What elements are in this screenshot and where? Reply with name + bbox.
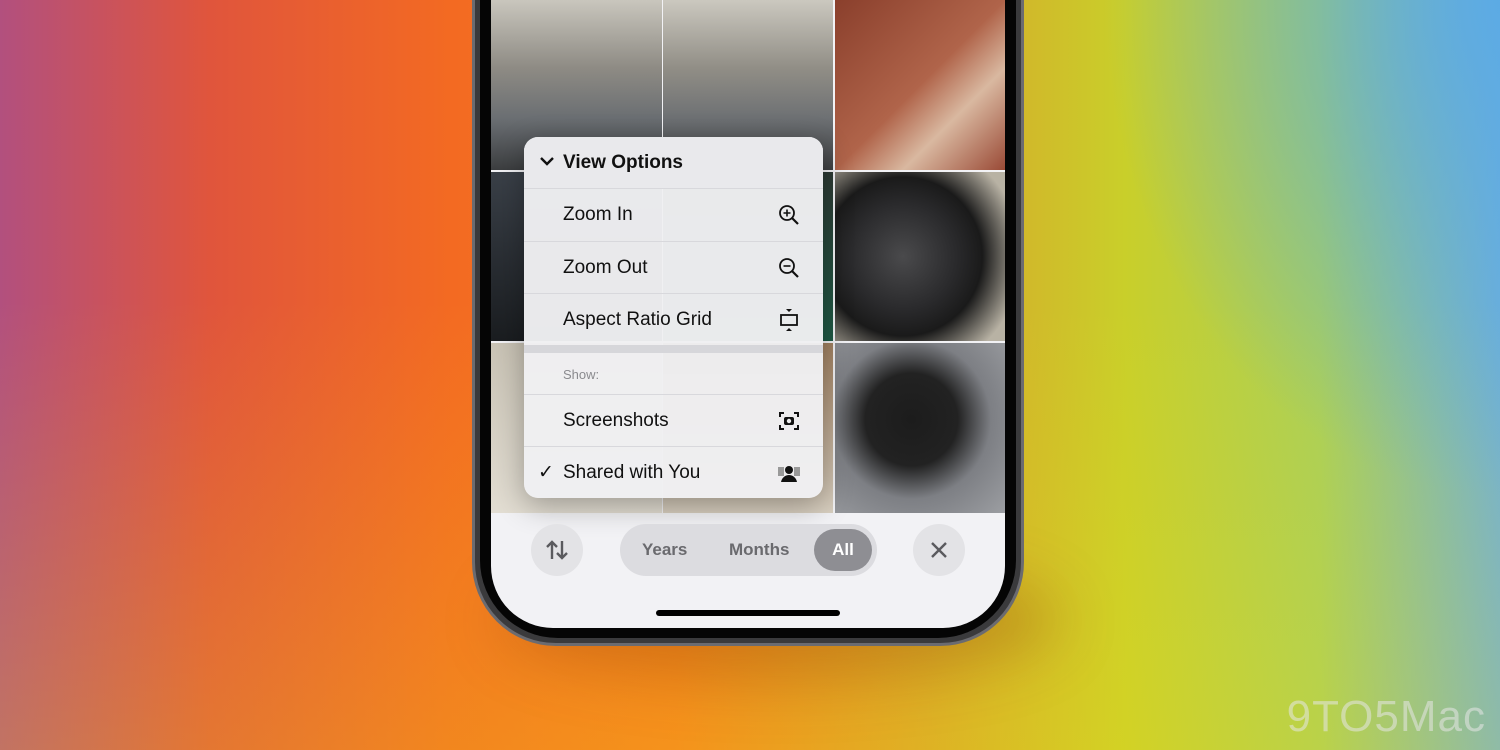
- checkmark-icon: ✓: [538, 462, 554, 483]
- zoom-in-icon: [779, 205, 799, 225]
- photo-black-dog[interactable]: [835, 343, 1005, 513]
- aspect-ratio-icon: [780, 309, 798, 331]
- view-options-header[interactable]: View Options: [524, 137, 823, 188]
- screenshot-icon: [779, 412, 799, 430]
- close-button[interactable]: [913, 524, 965, 576]
- menu-divider: [524, 345, 823, 353]
- close-icon: [931, 542, 947, 558]
- sort-arrows-icon: [546, 540, 568, 560]
- watermark-logo: 9TO5Mac: [1286, 692, 1486, 741]
- show-section-label: Show:: [563, 367, 600, 382]
- segment-years[interactable]: Years: [642, 524, 687, 576]
- zoom-out-icon: [779, 258, 799, 278]
- menu-item-screenshots[interactable]: Screenshots: [524, 394, 823, 446]
- menu-item-shared-with-you[interactable]: ✓ Shared with You: [524, 446, 823, 498]
- sort-button[interactable]: [531, 524, 583, 576]
- menu-item-aspect-ratio-grid[interactable]: Aspect Ratio Grid: [524, 293, 823, 345]
- chevron-down-icon: [540, 157, 554, 166]
- time-scale-segmented-control: Years Months All: [620, 524, 877, 576]
- photo-airpods[interactable]: [835, 0, 1005, 170]
- background-glow: [1100, 0, 1500, 500]
- menu-title: View Options: [563, 151, 684, 173]
- menu-item-zoom-in[interactable]: Zoom In: [524, 188, 823, 240]
- segment-all[interactable]: All: [814, 529, 872, 571]
- home-indicator: [656, 610, 840, 616]
- segment-months[interactable]: Months: [729, 524, 789, 576]
- view-options-menu: View Options Zoom In Zoom Out Aspect Rat…: [524, 137, 823, 498]
- shared-with-you-icon: [778, 466, 800, 482]
- menu-item-zoom-out[interactable]: Zoom Out: [524, 241, 823, 293]
- phone-screen: View Options Zoom In Zoom Out Aspect Rat…: [491, 0, 1005, 628]
- photo-dog-nose[interactable]: [835, 172, 1005, 341]
